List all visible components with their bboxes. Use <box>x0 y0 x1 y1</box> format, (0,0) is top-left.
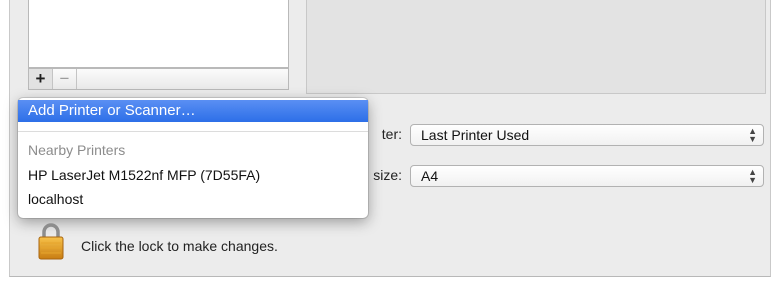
menu-separator <box>18 131 368 132</box>
menu-item-printer[interactable]: HP LaserJet M1522nf MFP (7D55FA) <box>28 167 260 183</box>
remove-printer-button[interactable]: − <box>53 69 77 89</box>
paper-size-value: A4 <box>421 168 439 184</box>
select-arrows-icon: ▲ ▼ <box>748 167 757 185</box>
add-printer-button[interactable]: + <box>29 69 53 89</box>
default-printer-select[interactable]: Last Printer Used ▲ ▼ <box>410 124 764 146</box>
printer-list-toolbar: + − <box>28 68 289 90</box>
lock-icon[interactable] <box>36 221 66 261</box>
lock-message: Click the lock to make changes. <box>81 238 278 254</box>
add-printer-menu: Add Printer or Scanner… Nearby Printers … <box>18 98 368 218</box>
menu-section-header: Nearby Printers <box>28 142 126 158</box>
printer-detail-panel <box>306 0 766 94</box>
menu-item-add-printer-or-scanner[interactable]: Add Printer or Scanner… <box>18 100 368 122</box>
default-printer-value: Last Printer Used <box>421 127 530 143</box>
menu-item-printer[interactable]: localhost <box>28 191 83 207</box>
paper-size-select[interactable]: A4 ▲ ▼ <box>410 165 764 187</box>
select-arrows-icon: ▲ ▼ <box>748 126 757 144</box>
printer-list[interactable] <box>28 0 289 68</box>
